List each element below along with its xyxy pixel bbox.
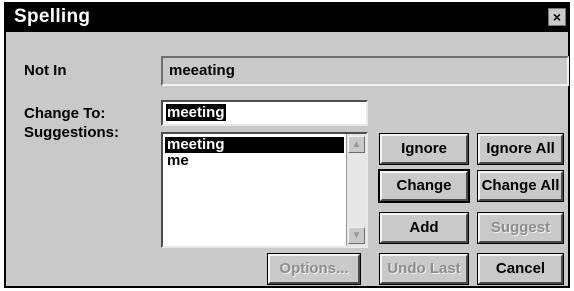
add-button[interactable]: Add bbox=[379, 212, 469, 244]
not-in-label: Not In bbox=[24, 62, 67, 79]
window-title: Spelling bbox=[14, 6, 91, 27]
suggestions-scrollbar[interactable]: ▲ ▼ bbox=[346, 134, 366, 246]
suggestions-label: Suggestions: bbox=[24, 124, 120, 141]
suggest-button[interactable]: Suggest bbox=[477, 212, 564, 244]
title-bar[interactable]: Spelling × bbox=[6, 4, 568, 32]
change-to-label: Change To: bbox=[24, 105, 106, 122]
change-to-input[interactable]: meeting bbox=[161, 100, 368, 126]
arrow-up-icon[interactable]: ▲ bbox=[348, 136, 365, 153]
change-button[interactable]: Change bbox=[378, 169, 470, 203]
not-in-value: meeating bbox=[169, 62, 235, 79]
change-all-button[interactable]: Change All bbox=[477, 170, 564, 202]
suggestion-item[interactable]: meeting bbox=[165, 137, 344, 153]
suggestion-item[interactable]: me bbox=[165, 153, 344, 169]
close-button[interactable]: × bbox=[548, 8, 566, 26]
cancel-button[interactable]: Cancel bbox=[477, 253, 564, 285]
arrow-down-icon[interactable]: ▼ bbox=[348, 227, 365, 244]
ignore-button[interactable]: Ignore bbox=[379, 133, 469, 165]
close-icon: × bbox=[552, 9, 562, 25]
spelling-dialog: Spelling × Not In meeating Change To: me… bbox=[4, 2, 570, 288]
ignore-all-button[interactable]: Ignore All bbox=[477, 133, 564, 165]
change-to-value: meeting bbox=[166, 104, 226, 121]
suggestions-listbox[interactable]: meeting me ▲ ▼ bbox=[161, 132, 368, 248]
not-in-field: meeating bbox=[161, 56, 569, 86]
undo-last-button[interactable]: Undo Last bbox=[379, 253, 469, 285]
options-button[interactable]: Options... bbox=[267, 253, 361, 285]
